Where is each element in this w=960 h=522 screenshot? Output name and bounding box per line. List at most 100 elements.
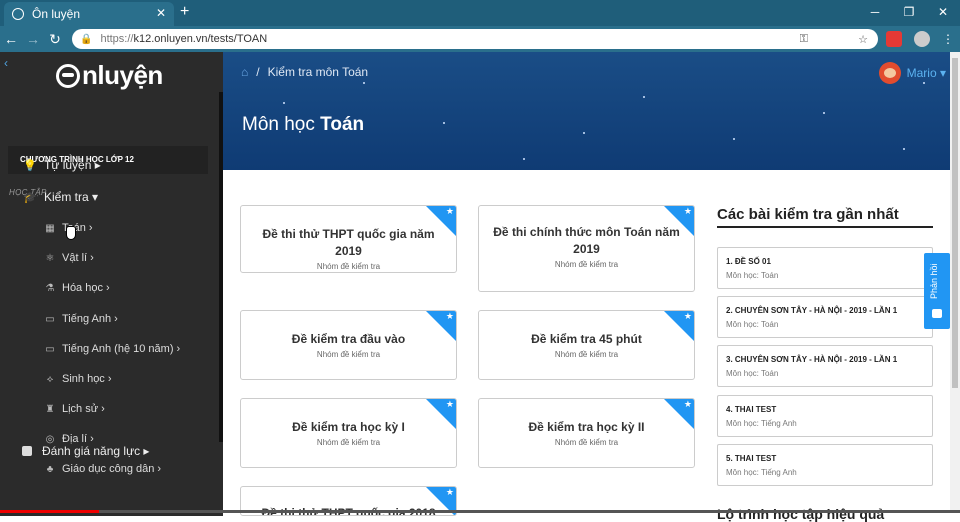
page-scrollbar[interactable] bbox=[950, 52, 960, 510]
sidebar-subitem-sinh-hoc[interactable]: ⟡ Sinh học › bbox=[44, 373, 112, 385]
dna-icon: ⟡ bbox=[46, 373, 54, 385]
avatar bbox=[878, 62, 901, 84]
browser-tab[interactable]: Ôn luyện ✕ bbox=[4, 2, 174, 26]
calculator-icon: ▦ bbox=[45, 222, 55, 234]
card-subtitle: Nhóm đề kiểm tra bbox=[316, 438, 381, 447]
card-title: Đề thi chính thức môn Toán năm 2019 bbox=[493, 225, 680, 256]
logo[interactable]: nluyện bbox=[56, 60, 163, 91]
logo-text: nluyện bbox=[82, 60, 163, 90]
recent-test-item[interactable]: 3. CHUYÊN SƠN TÂY - HÀ NỘI - 2019 - LẦN … bbox=[717, 345, 933, 387]
sidebar-item-danh-gia[interactable]: Đánh giá năng lực ▸ bbox=[22, 444, 149, 458]
sidebar-subitem-label: Lịch sử › bbox=[62, 403, 105, 415]
star-icon[interactable]: ★ bbox=[684, 311, 692, 322]
star-icon[interactable]: ★ bbox=[446, 487, 454, 498]
feedback-button[interactable]: Phản hồi bbox=[924, 253, 950, 329]
sidebar-subitem-gdcd[interactable]: ♣ Giáo dục công dân › bbox=[44, 463, 161, 475]
globe-icon: ◎ bbox=[45, 433, 55, 445]
test-group-card[interactable]: ★ Đề kiểm tra học kỳ II Nhóm đề kiểm tra bbox=[478, 398, 695, 468]
scrollbar-thumb[interactable] bbox=[952, 58, 958, 388]
url-prefix: https:// bbox=[100, 33, 134, 45]
star-icon[interactable]: ★ bbox=[446, 311, 454, 322]
restore-icon[interactable]: ❐ bbox=[892, 0, 926, 26]
user-menu[interactable]: Mario ▾ bbox=[878, 62, 946, 84]
sidebar-subitem-label: Vật lí › bbox=[62, 252, 94, 264]
breadcrumb-current: Kiểm tra môn Toán bbox=[267, 65, 369, 79]
star-icon[interactable]: ★ bbox=[446, 399, 454, 410]
sidebar-item-tu-luyen[interactable]: 💡 Tự luyện ▸ bbox=[22, 158, 101, 172]
recent-test-title: 1. ĐỀ SỐ 01 bbox=[726, 257, 771, 266]
test-group-card[interactable]: ★ Đề thi thử THPT quốc gia năm 2019 Nhóm… bbox=[240, 205, 457, 273]
close-window-icon[interactable]: ✕ bbox=[926, 0, 960, 26]
close-tab-icon[interactable]: ✕ bbox=[156, 6, 166, 20]
recent-test-title: 2. CHUYÊN SƠN TÂY - HÀ NỘI - 2019 - LẦN … bbox=[726, 306, 898, 315]
new-tab-button[interactable]: + bbox=[180, 3, 189, 21]
card-subtitle: Nhóm đề kiểm tra bbox=[554, 260, 619, 269]
lock-icon: 🔒 bbox=[80, 33, 93, 45]
sidebar-subitem-vat-li[interactable]: ⚛ Vật lí › bbox=[44, 252, 94, 264]
checkbox-icon bbox=[22, 446, 32, 456]
star-icon[interactable]: ★ bbox=[446, 206, 454, 217]
profile-icon[interactable] bbox=[914, 31, 930, 47]
recent-test-item[interactable]: 2. CHUYÊN SƠN TÂY - HÀ NỘI - 2019 - LẦN … bbox=[717, 296, 933, 338]
bookmark-star-icon[interactable]: ☆ bbox=[858, 33, 868, 46]
sidebar-item-label: Đánh giá năng lực ▸ bbox=[42, 444, 150, 458]
chat-icon: ▭ bbox=[45, 313, 55, 325]
sidebar-subitem-label: Giáo dục công dân › bbox=[62, 463, 162, 475]
people-icon: ♣ bbox=[46, 463, 54, 475]
recent-test-title: 4. THAI TEST bbox=[726, 405, 777, 414]
back-icon[interactable]: ← bbox=[0, 31, 22, 47]
recent-test-title: 5. THAI TEST bbox=[726, 454, 777, 463]
test-group-card[interactable]: ★ Đề kiểm tra đầu vào Nhóm đề kiểm tra bbox=[240, 310, 457, 380]
site-favicon-icon bbox=[12, 8, 24, 20]
recent-test-subject: Môn học: Toán bbox=[726, 320, 779, 329]
user-name: Mario ▾ bbox=[906, 66, 946, 80]
atom-icon: ⚛ bbox=[45, 252, 55, 264]
sidebar-subitem-label: Tiếng Anh › bbox=[62, 313, 118, 325]
url-text: k12.onluyen.vn/tests/TOAN bbox=[133, 33, 268, 45]
browser-toolbar: ← → ↻ 🔒 https:// k12.onluyen.vn/tests/TO… bbox=[0, 26, 960, 52]
chat-icon: ▭ bbox=[45, 343, 55, 355]
sidebar-subitem-tieng-anh-10[interactable]: ▭ Tiếng Anh (hệ 10 năm) › bbox=[44, 343, 180, 355]
collapse-sidebar-icon[interactable]: ‹ bbox=[4, 56, 8, 70]
graduation-cap-icon: 🎓 bbox=[23, 191, 37, 204]
star-icon[interactable]: ★ bbox=[684, 206, 692, 217]
recent-test-item[interactable]: 1. ĐỀ SỐ 01 Môn học: Toán bbox=[717, 247, 933, 289]
test-group-card[interactable]: ★ Đề kiểm tra 45 phút Nhóm đề kiểm tra bbox=[478, 310, 695, 380]
sidebar-item-label: Kiểm tra ▾ bbox=[44, 190, 99, 204]
home-icon[interactable]: ⌂ bbox=[241, 65, 248, 79]
sidebar-subitem-label: Sinh học › bbox=[62, 373, 112, 385]
test-group-card[interactable]: ★ Đề thi chính thức môn Toán năm 2019 Nh… bbox=[478, 205, 695, 292]
sidebar-subitem-lich-su[interactable]: ♜ Lịch sử › bbox=[44, 403, 105, 415]
reload-icon[interactable]: ↻ bbox=[44, 31, 66, 48]
tab-title: Ôn luyện bbox=[32, 7, 81, 21]
sidebar-subitem-label: Hóa học › bbox=[62, 282, 110, 294]
page-title-subject: Toán bbox=[320, 114, 365, 135]
feedback-label: Phản hồi bbox=[929, 263, 939, 299]
sidebar-subitem-tieng-anh[interactable]: ▭ Tiếng Anh › bbox=[44, 313, 118, 325]
sidebar-subitem-label: Tiếng Anh (hệ 10 năm) › bbox=[62, 343, 181, 355]
video-progress-bar[interactable] bbox=[0, 510, 960, 513]
card-title: Đề thi thử THPT quốc gia năm 2019 bbox=[262, 227, 435, 258]
sidebar-subitem-hoa-hoc[interactable]: ⚗ Hóa học › bbox=[44, 282, 110, 294]
breadcrumb: ⌂ / Kiểm tra môn Toán bbox=[241, 65, 368, 79]
forward-icon[interactable]: → bbox=[22, 31, 44, 47]
page-header: ⌂ / Kiểm tra môn Toán Mario ▾ Môn học To… bbox=[223, 52, 950, 170]
history-icon: ♜ bbox=[45, 403, 55, 415]
recent-test-item[interactable]: 4. THAI TEST Môn học: Tiếng Anh bbox=[717, 395, 933, 437]
learning-path-title: Lộ trình học tập hiệu quả bbox=[717, 506, 885, 522]
divider bbox=[717, 226, 933, 228]
address-bar[interactable]: 🔒 https:// k12.onluyen.vn/tests/TOAN ⚿ ☆ bbox=[72, 29, 878, 49]
browser-titlebar: Ôn luyện ✕ + ─ ❐ ✕ bbox=[0, 0, 960, 26]
menu-icon[interactable]: ⋮ bbox=[940, 31, 956, 47]
flask-icon: ⚗ bbox=[45, 282, 55, 294]
sidebar-item-kiem-tra[interactable]: 🎓 Kiểm tra ▾ bbox=[22, 190, 98, 204]
recent-test-subject: Môn học: Tiếng Anh bbox=[726, 419, 797, 428]
key-icon[interactable]: ⚿ bbox=[800, 33, 808, 46]
test-group-card[interactable]: ★ Đề kiểm tra học kỳ I Nhóm đề kiểm tra bbox=[240, 398, 457, 468]
card-title: Đề kiểm tra đầu vào bbox=[291, 332, 406, 346]
card-title: Đề kiểm tra học kỳ II bbox=[528, 420, 645, 434]
extension-icon[interactable] bbox=[886, 31, 902, 47]
star-icon[interactable]: ★ bbox=[684, 399, 692, 410]
recent-test-item[interactable]: 5. THAI TEST Môn học: Tiếng Anh bbox=[717, 444, 933, 486]
minimize-icon[interactable]: ─ bbox=[858, 0, 892, 26]
